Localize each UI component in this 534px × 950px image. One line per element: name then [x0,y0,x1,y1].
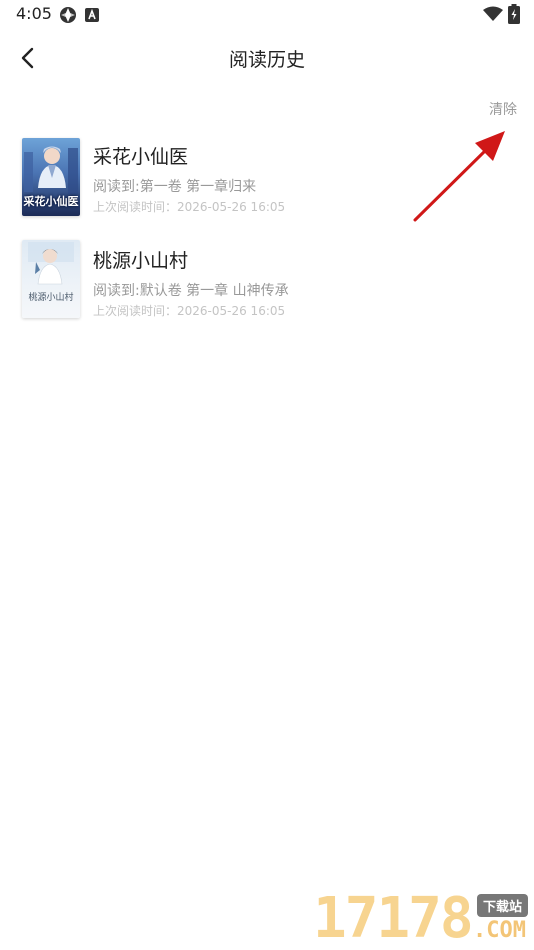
book-cover: 桃源小山村 [22,240,80,318]
app-notification-icon [85,7,99,26]
reading-progress: 阅读到:第一卷 第一章归来 [93,179,257,195]
last-read-time: 上次阅读时间：2026-05-26 16:05 [93,200,286,214]
battery-charging-icon [508,4,520,28]
book-title: 采花小仙医 [93,146,189,168]
top-app-bar: 阅读历史 [0,36,534,80]
site-watermark: 17178 下载站 .COM [305,886,534,950]
cover-title: 采花小仙医 [23,195,79,208]
last-read-time: 上次阅读时间：2026-05-26 16:05 [93,304,286,318]
history-item[interactable]: 桃源小山村 桃源小山村 阅读到:默认卷 第一章 山神传承 上次阅读时间：2026… [0,236,534,340]
history-item[interactable]: 采花小仙医 采花小仙医 阅读到:第一卷 第一章归来 上次阅读时间：2026-05… [0,132,534,236]
book-title: 桃源小山村 [93,250,189,272]
page-title: 阅读历史 [228,49,305,71]
watermark-digits: 17178 [313,886,474,950]
reading-progress: 阅读到:默认卷 第一章 山神传承 [93,283,289,299]
book-cover: 采花小仙医 [22,138,80,216]
watermark-tag: 下载站 [476,894,528,917]
status-bar: 4:05 [0,0,534,30]
cover-figure-icon [28,242,74,285]
sync-icon [58,5,78,29]
clear-history-button[interactable]: 清除 [489,99,517,119]
status-time: 4:05 [16,4,52,23]
history-list: 采花小仙医 采花小仙医 阅读到:第一卷 第一章归来 上次阅读时间：2026-05… [0,132,534,340]
wifi-icon [483,6,503,26]
cover-title: 桃源小山村 [28,293,74,303]
watermark-suffix: .COM [473,918,526,943]
